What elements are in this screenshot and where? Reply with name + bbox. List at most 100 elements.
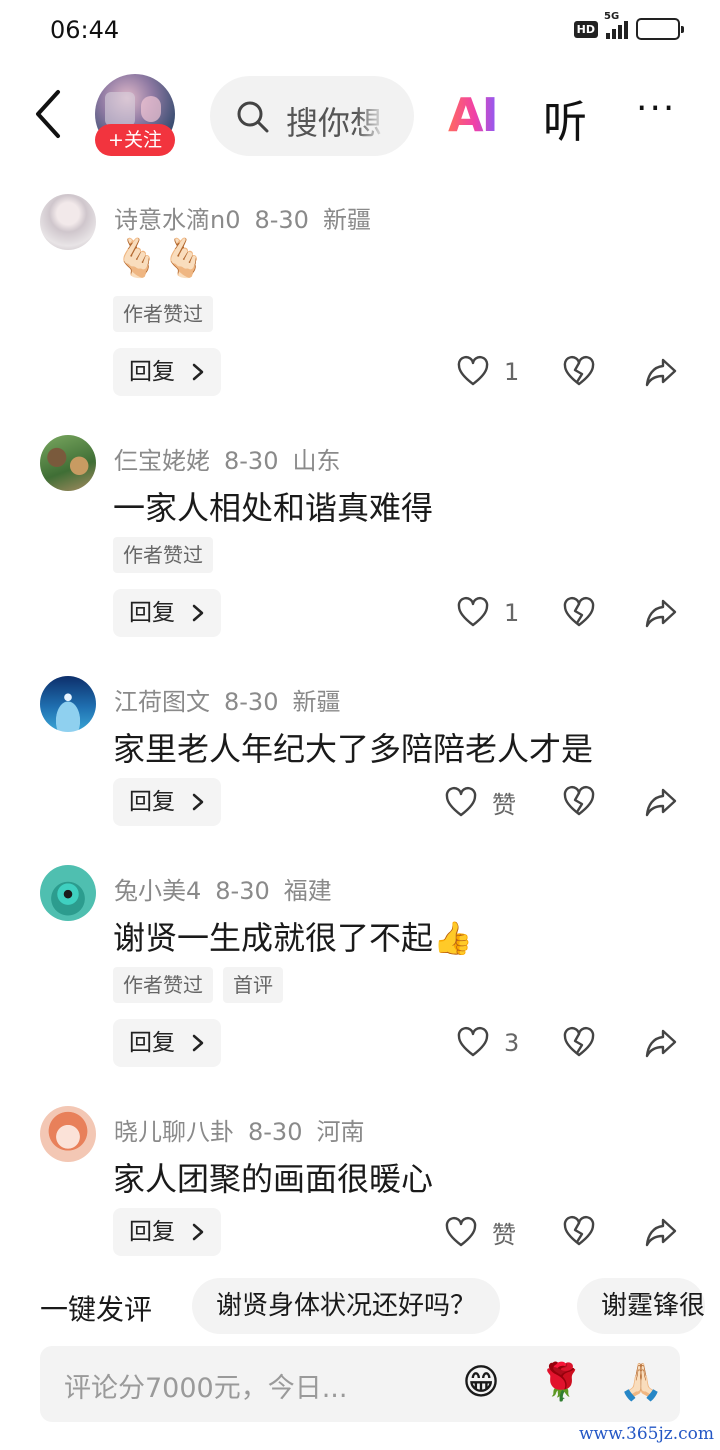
reply-button[interactable]: 回复 [113,778,221,826]
comment-location: 福建 [283,877,332,905]
avatar[interactable] [40,194,96,250]
comment-tags: 作者赞过 [113,296,213,332]
chevron-right-icon [192,363,204,381]
comment-meta: 晓儿聊八卦 8-30 河南 [114,1112,378,1147]
tag-author-liked: 作者赞过 [113,537,213,573]
heart-icon [457,1026,489,1057]
like-button[interactable]: 1 [456,596,519,630]
avatar[interactable] [40,676,96,732]
search-placeholder: 搜你想 [286,104,383,142]
quick-comment-option[interactable]: 谢贤身体状况还好吗？ [192,1278,501,1334]
reply-label: 回复 [129,600,175,626]
chevron-right-icon [192,793,204,811]
hd-icon: HD [573,20,598,38]
comment-username[interactable]: 晓儿聊八卦 [114,1118,234,1146]
share-icon[interactable] [644,785,678,819]
comment-location: 山东 [292,447,341,475]
like-count: 1 [504,358,520,386]
quick-comment-bar: 一键发评 谢贤身体状况还好吗？ 谢霆锋很 [0,1278,720,1334]
reply-label: 回复 [129,359,175,385]
chevron-right-icon [192,604,204,622]
signal-icon: 5G [604,11,628,39]
share-icon[interactable] [644,596,678,630]
like-count: 1 [504,599,520,627]
comment-text: 谢贤一生成就很了不起👍 [113,919,473,957]
chevron-right-icon [192,1034,204,1052]
comment-tags: 作者赞过 首评 [113,967,283,1003]
comment-username[interactable]: 诗意水滴n0 [114,206,240,234]
reply-button[interactable]: 回复 [113,589,221,637]
comment-text: 家人团聚的画面很暖心 [113,1160,434,1198]
avatar[interactable] [40,865,96,921]
broken-heart-icon[interactable] [562,785,596,819]
tag-author-liked: 作者赞过 [113,296,213,332]
comment-date: 8-30 [248,1118,303,1146]
quick-comment-option[interactable]: 谢霆锋很 [577,1278,706,1334]
listen-button[interactable]: 听 [543,86,587,150]
broken-heart-icon[interactable] [562,1026,596,1060]
broken-heart-icon[interactable] [562,596,596,630]
follow-button[interactable]: +关注 [95,124,175,156]
pray-emoji-icon[interactable]: 🙏🏻 [618,1360,664,1406]
share-icon[interactable] [644,355,678,389]
reply-button[interactable]: 回复 [113,1019,221,1067]
share-icon[interactable] [644,1215,678,1249]
like-button[interactable]: 赞 [444,785,516,820]
tag-first-comment: 首评 [223,967,283,1003]
comment-text: 一家人相处和谐真难得 [113,489,434,527]
reply-label: 回复 [129,1219,175,1245]
comment-username[interactable]: 兔小美4 [114,877,201,905]
quick-comment-title: 一键发评 [40,1293,153,1326]
comment-text: 🫰🏻🫰🏻 [113,236,208,280]
ai-button[interactable]: AI [448,88,499,142]
avatar[interactable] [40,435,96,491]
comment-location: 新疆 [292,688,341,716]
back-arrow-icon[interactable] [30,86,70,142]
comment-location: 河南 [316,1118,365,1146]
comment-date: 8-30 [224,447,279,475]
comment-date: 8-30 [215,877,270,905]
search-icon [237,101,269,133]
comment-input-placeholder: 评论分7000元，今日... [64,1373,348,1404]
comment-meta: 诗意水滴n0 8-30 新疆 [114,200,385,235]
like-button[interactable]: 3 [456,1026,519,1060]
comment-text: 家里老人年纪大了多陪陪老人才是 [113,730,594,768]
avatar[interactable] [40,1106,96,1162]
chevron-right-icon [192,1223,204,1241]
search-bar[interactable]: 搜你想 [210,76,414,156]
reply-button[interactable]: 回复 [113,1208,221,1256]
like-label: 赞 [492,791,516,819]
broken-heart-icon[interactable] [562,1215,596,1249]
status-bar: 06:44 HD 5G [0,0,720,64]
comment-input[interactable]: 评论分7000元，今日... 😁 🌹 🙏🏻 [40,1346,680,1422]
comment-meta: 仨宝姥姥 8-30 山东 [114,441,354,476]
like-button[interactable]: 1 [456,355,519,389]
top-nav: +关注 搜你想 AI 听 ··· [0,70,720,162]
like-button[interactable]: 赞 [444,1215,516,1250]
share-icon[interactable] [644,1026,678,1060]
reply-label: 回复 [129,1030,175,1056]
broken-heart-icon[interactable] [562,355,596,389]
heart-icon [457,355,489,386]
comment-location: 新疆 [322,206,371,234]
comment-date: 8-30 [224,688,279,716]
status-time: 06:44 [50,16,120,44]
comment-meta: 兔小美4 8-30 福建 [114,871,346,906]
comment-date: 8-30 [254,206,309,234]
comment-username[interactable]: 仨宝姥姥 [114,447,210,475]
like-label: 赞 [492,1221,516,1249]
rose-emoji-icon[interactable]: 🌹 [538,1360,584,1406]
reply-label: 回复 [129,789,175,815]
heart-icon [445,1216,477,1246]
reply-button[interactable]: 回复 [113,348,221,396]
heart-icon [445,786,477,816]
heart-icon [457,596,489,627]
comment-meta: 江荷图文 8-30 新疆 [114,682,354,717]
like-count: 3 [504,1029,520,1057]
grin-emoji-icon[interactable]: 😁 [458,1360,504,1406]
battery-icon [636,18,684,40]
watermark: www.365jz.com [579,1424,714,1444]
status-icons: HD 5G [573,11,684,40]
more-menu-button[interactable]: ··· [636,91,676,127]
comment-username[interactable]: 江荷图文 [114,688,210,716]
